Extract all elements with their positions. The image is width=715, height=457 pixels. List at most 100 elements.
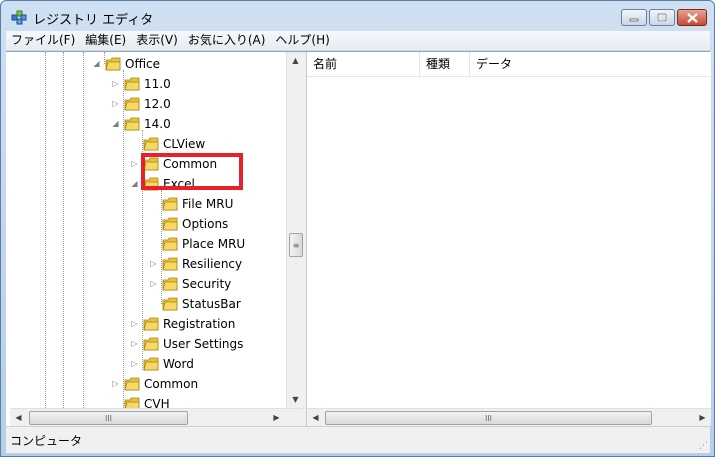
folder-icon [162,197,178,211]
close-button[interactable] [677,9,707,26]
folder-icon [124,397,140,408]
maximize-icon [657,13,667,22]
column-type[interactable]: 種類 [420,52,470,76]
column-name[interactable]: 名前 [307,52,420,76]
tree-node[interactable]: Common [124,374,198,394]
main-area: ◢ Office ▷ 11.0 ▷ 12.0 ◢ 14.0 CLView ▷ Common ◢ Exce… [6,51,711,426]
resize-grip-icon[interactable]: ⋰ [699,441,708,451]
tree-node[interactable]: Registration [143,314,235,334]
triangle-right-icon[interactable]: ▷ [111,379,120,388]
triangle-right-icon[interactable]: ▷ [149,279,158,288]
menu-bar: ファイル(F) 編集(E) 表示(V) お気に入り(A) ヘルプ(H) [6,31,710,50]
values-pane: 名前 種類 データ ◀ III ▶ [306,52,711,426]
tree-node-label: Registration [163,317,236,331]
minimize-button[interactable] [621,9,647,26]
title-bar[interactable]: レジストリ エディタ [1,1,714,31]
folder-icon [124,97,140,111]
tree-node[interactable]: 14.0 [124,114,171,134]
window-title: レジストリ エディタ [33,13,154,28]
registry-editor-icon [11,10,27,25]
folder-icon [143,137,159,151]
status-bar: コンピュータ ⋰ [6,426,710,453]
tree-horizontal-scrollbar[interactable]: ◀ III ▶ [10,408,303,426]
triangle-down-icon[interactable]: ◢ [130,179,139,188]
tree-node-label: 11.0 [144,77,171,91]
folder-icon [143,357,159,371]
tree-node-label: File MRU [182,197,234,211]
menu-favorites[interactable]: お気に入り(A) [183,31,271,50]
scroll-right-icon[interactable]: ▶ [694,409,711,426]
scrollbar-thumb[interactable]: ≡ [289,233,303,257]
tree-node[interactable]: File MRU [162,194,233,214]
folder-icon [124,377,140,391]
tree-node-label: Word [163,357,194,371]
tree-node-label: Office [125,57,161,71]
tree-node-label: Resiliency [182,257,243,271]
scrollbar-thumb[interactable]: III [29,411,188,425]
tree-node[interactable]: Options [162,214,228,234]
folder-icon [162,257,178,271]
folder-icon [162,297,178,311]
triangle-right-icon[interactable]: ▷ [111,79,120,88]
tree-guide-line [63,52,64,408]
folder-icon [124,77,140,91]
tree-node-label: Options [182,217,229,231]
scroll-down-icon[interactable]: ▼ [287,391,303,408]
tree-node-label: Place MRU [182,237,246,251]
tree-node[interactable]: CVH [124,394,170,408]
menu-file[interactable]: ファイル(F) [6,31,80,50]
menu-edit[interactable]: 編集(E) [80,31,131,50]
triangle-right-icon[interactable]: ▷ [111,99,120,108]
tree-vertical-scrollbar[interactable]: ▲ ≡ ▼ [286,52,303,408]
folder-icon [124,117,140,131]
triangle-down-icon[interactable]: ◢ [92,59,101,68]
highlight-box [141,153,243,190]
tree-node[interactable]: CLView [143,134,205,154]
values-horizontal-scrollbar[interactable]: ◀ III ▶ [307,408,711,426]
tree-node[interactable]: User Settings [143,334,243,354]
tree-node[interactable]: Resiliency [162,254,242,274]
triangle-right-icon[interactable]: ▷ [130,319,139,328]
tree-node[interactable]: 11.0 [124,74,171,94]
registry-tree[interactable]: ◢ Office ▷ 11.0 ▷ 12.0 ◢ 14.0 CLView ▷ Common ◢ Exce… [10,52,286,408]
tree-node[interactable]: Word [143,354,194,374]
column-data[interactable]: データ [470,52,711,76]
maximize-button[interactable] [649,9,675,26]
tree-node-label: CVH [144,397,170,408]
tree-node-label: StatusBar [182,297,241,311]
tree-node[interactable]: Place MRU [162,234,245,254]
tree-node[interactable]: Security [162,274,231,294]
tree-node-label: CLView [163,137,206,151]
minimize-icon [629,18,639,21]
scroll-up-icon[interactable]: ▲ [287,52,303,69]
triangle-right-icon[interactable]: ▷ [130,339,139,348]
list-header: 名前 種類 データ [307,52,711,77]
tree-node-label: 14.0 [144,117,171,131]
triangle-down-icon[interactable]: ◢ [111,119,120,128]
scroll-right-icon[interactable]: ▶ [268,409,285,426]
scrollbar-thumb[interactable]: III [325,411,652,425]
tree-node[interactable]: Office [105,54,160,74]
menu-view[interactable]: 表示(V) [131,31,183,50]
status-path: コンピュータ [10,434,83,448]
menu-help[interactable]: ヘルプ(H) [270,31,334,50]
tree-node-label: User Settings [163,337,244,351]
folder-icon [143,337,159,351]
triangle-right-icon[interactable]: ▷ [130,359,139,368]
tree-pane: ◢ Office ▷ 11.0 ▷ 12.0 ◢ 14.0 CLView ▷ Common ◢ Exce… [10,52,304,426]
folder-icon [162,237,178,251]
tree-node[interactable]: StatusBar [162,294,241,314]
folder-icon [105,57,121,71]
scroll-left-icon[interactable]: ◀ [10,409,27,426]
tree-guide-line [83,52,84,408]
triangle-right-icon[interactable]: ▷ [149,259,158,268]
tree-node-label: 12.0 [144,97,171,111]
tree-guide-line [45,52,46,408]
registry-editor-window: レジストリ エディタ ファイル(F) 編集(E) 表示(V) お気に入り(A) … [0,0,715,457]
triangle-right-icon[interactable]: ▷ [130,159,139,168]
tree-node-label: Security [182,277,232,291]
folder-icon [162,217,178,231]
close-icon [686,12,698,23]
tree-node[interactable]: 12.0 [124,94,171,114]
scroll-left-icon[interactable]: ◀ [307,409,324,426]
